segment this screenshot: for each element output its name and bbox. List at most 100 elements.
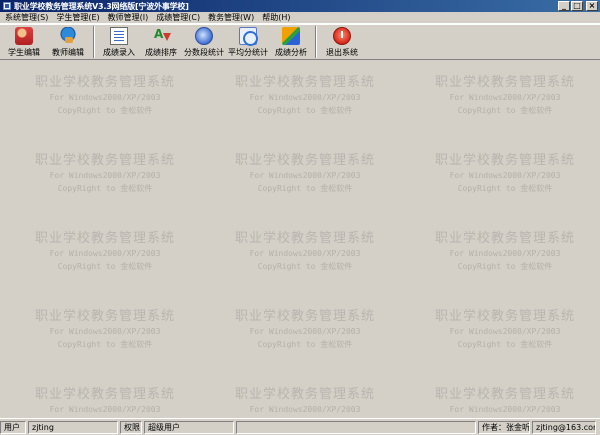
sort-icon (152, 27, 171, 45)
grade-sort-button[interactable]: 成绩排序 (140, 25, 182, 59)
grade-entry-label: 成绩录入 (103, 48, 135, 57)
watermark-block: 职业学校教务管理系统 For Windows2000/XP/2003 CopyRig… (430, 305, 580, 350)
watermark-title: 职业学校教务管理系统 (234, 309, 375, 324)
watermark-copyright: CopyRight to 金松软件 (457, 106, 553, 115)
watermark-copyright: CopyRight to 金松软件 (457, 340, 553, 349)
watermark-title: 职业学校教务管理系统 (234, 153, 375, 168)
average-stats-label: 平均分统计 (228, 48, 268, 57)
watermark-platform: For Windows2000/XP/2003 (449, 93, 561, 102)
watermark-title: 职业学校教务管理系统 (434, 309, 575, 324)
watermark-block: 职业学校教务管理系统For Windows2000/XP/2003CopyRig… (30, 383, 180, 418)
toolbar: 学生编辑 教师编辑 成绩录入 成绩排序 分数段统计 平均分统计 成绩分析 退出系… (0, 24, 600, 60)
status-author: 作者：张金听 (478, 420, 530, 434)
toolbar-separator (93, 26, 95, 58)
status-user-label: 用户 (0, 420, 26, 434)
grade-analysis-label: 成绩分析 (275, 48, 307, 57)
watermark-copyright: CopyRight to 金松软件 (257, 184, 353, 193)
watermark-title: 职业学校教务管理系统 (34, 231, 175, 246)
close-button[interactable]: × (586, 1, 598, 11)
student-edit-label: 学生编辑 (8, 48, 40, 57)
watermark-platform: For Windows2000/XP/2003 (249, 405, 361, 414)
watermark-platform: For Windows2000/XP/2003 (49, 171, 161, 180)
teacher-icon (59, 27, 77, 45)
segment-icon (195, 27, 213, 45)
main-area: 职业学校教务管理系统 For Windows2000/XP/2003 CopyRig… (0, 61, 600, 418)
student-edit-button[interactable]: 学生编辑 (2, 25, 46, 59)
menu-grades[interactable]: 成绩管理(C) (153, 12, 203, 23)
watermark-platform: For Windows2000/XP/2003 (449, 171, 561, 180)
menu-academic[interactable]: 教务管理(W) (205, 12, 257, 23)
minimize-button[interactable]: _ (558, 1, 570, 11)
grade-sort-label: 成绩排序 (145, 48, 177, 57)
maximize-button[interactable]: □ (571, 1, 583, 11)
watermark-block: 职业学校教务管理系统For Windows2000/XP/2003CopyRig… (230, 383, 380, 418)
student-icon (15, 27, 33, 45)
watermark-title: 职业学校教务管理系统 (434, 153, 575, 168)
teacher-edit-label: 教师编辑 (52, 48, 84, 57)
watermark-block: 职业学校教务管理系统 For Windows2000/XP/2003 CopyRig… (30, 149, 180, 194)
menu-system[interactable]: 系统管理(S) (2, 12, 51, 23)
watermark-block: 职业学校教务管理系统 For Windows2000/XP/2003 CopyRig… (230, 149, 380, 194)
menu-teacher[interactable]: 教师管理(I) (105, 12, 152, 23)
watermark-title: 职业学校教务管理系统 (234, 387, 375, 402)
watermark-copyright: CopyRight to 金松软件 (57, 184, 153, 193)
watermark-block: 职业学校教务管理系统 For Windows2000/XP/2003 CopyRig… (30, 227, 180, 272)
exit-icon (333, 27, 351, 45)
watermark-platform: For Windows2000/XP/2003 (249, 171, 361, 180)
watermark-title: 职业学校教务管理系统 (434, 387, 575, 402)
watermark-block: 职业学校教务管理系统For Windows2000/XP/2003CopyRig… (30, 305, 180, 350)
watermark-block: 职业学校教务管理系统For Windows2000/XP/2003CopyRig… (430, 383, 580, 418)
segment-stats-button[interactable]: 分数段统计 (182, 25, 226, 59)
teacher-edit-button[interactable]: 教师编辑 (46, 25, 90, 59)
window-title: 职业学校教务管理系统V3.3网络版[宁波外事学校] (14, 1, 189, 11)
window-controls: _ □ × (558, 1, 598, 11)
watermark-platform: For Windows2000/XP/2003 (449, 327, 561, 336)
grade-analysis-button[interactable]: 成绩分析 (270, 25, 312, 59)
watermark-copyright: CopyRight to 金松软件 (457, 262, 553, 271)
watermark-block: 职业学校教务管理系统 For Windows2000/XP/2003 CopyRig… (230, 305, 380, 350)
watermark-block: 职业学校教务管理系统 For Windows2000/XP/2003 CopyRig… (30, 71, 180, 116)
watermark-copyright: CopyRight to 金松软件 (57, 106, 153, 115)
watermark-title: 职业学校教务管理系统 (34, 153, 175, 168)
watermark-platform: For Windows2000/XP/2003 (449, 405, 561, 414)
watermark-title: 职业学校教务管理系统 (234, 75, 375, 90)
exit-system-label: 退出系统 (326, 48, 358, 57)
watermark-copyright: CopyRight to 金松软件 (257, 262, 353, 271)
grade-entry-button[interactable]: 成绩录入 (98, 25, 140, 59)
status-user-value: zjting (28, 420, 118, 434)
watermark-title: 职业学校教务管理系统 (34, 387, 175, 402)
watermark-copyright: CopyRight to 金松软件 (57, 262, 153, 271)
title-bar[interactable]: 职业学校教务管理系统V3.3网络版[宁波外事学校] _ □ × (0, 0, 600, 12)
watermark-copyright: CopyRight to 金松软件 (457, 184, 553, 193)
watermark-copyright: CopyRight to 金松软件 (57, 340, 153, 349)
watermark-platform: For Windows2000/XP/2003 (249, 249, 361, 258)
watermark-title: 职业学校教务管理系统 (234, 231, 375, 246)
exit-system-button[interactable]: 退出系统 (320, 25, 364, 59)
watermark-block: 职业学校教务管理系统 For Windows2000/XP/2003 CopyRig… (230, 227, 380, 272)
watermark-copyright: CopyRight to 金松软件 (257, 340, 353, 349)
app-icon[interactable] (3, 2, 11, 10)
watermark-platform: For Windows2000/XP/2003 (49, 249, 161, 258)
watermark-platform: For Windows2000/XP/2003 (49, 405, 161, 414)
watermark-block: 职业学校教务管理系统For Windows2000/XP/2003CopyRig… (230, 71, 380, 116)
watermark-copyright: CopyRight to 金松软件 (257, 106, 353, 115)
watermark-title: 职业学校教务管理系统 (434, 231, 575, 246)
average-icon (239, 27, 258, 46)
menu-bar: 系统管理(S) 学生管理(E) 教师管理(I) 成绩管理(C) 教务管理(W) … (0, 12, 600, 24)
status-email: zjting@163.com (532, 420, 596, 434)
watermark-platform: For Windows2000/XP/2003 (49, 93, 161, 102)
status-rights-label: 权限 (120, 420, 142, 434)
watermark-block: 职业学校教务管理系统 For Windows2000/XP/2003 CopyRig… (430, 71, 580, 116)
average-stats-button[interactable]: 平均分统计 (226, 25, 270, 59)
watermark-platform: For Windows2000/XP/2003 (249, 327, 361, 336)
status-rights-value: 超级用户 (144, 420, 234, 434)
watermark-title: 职业学校教务管理系统 (434, 75, 575, 90)
menu-help[interactable]: 帮助(H) (259, 12, 293, 23)
watermark-title: 职业学校教务管理系统 (34, 309, 175, 324)
segment-stats-label: 分数段统计 (184, 48, 224, 57)
watermark-title: 职业学校教务管理系统 (34, 75, 175, 90)
analysis-icon (282, 27, 300, 45)
menu-student[interactable]: 学生管理(E) (53, 12, 102, 23)
entry-icon (110, 27, 128, 45)
watermark-block: 职业学校教务管理系统For Windows2000/XP/2003CopyRig… (430, 227, 580, 272)
